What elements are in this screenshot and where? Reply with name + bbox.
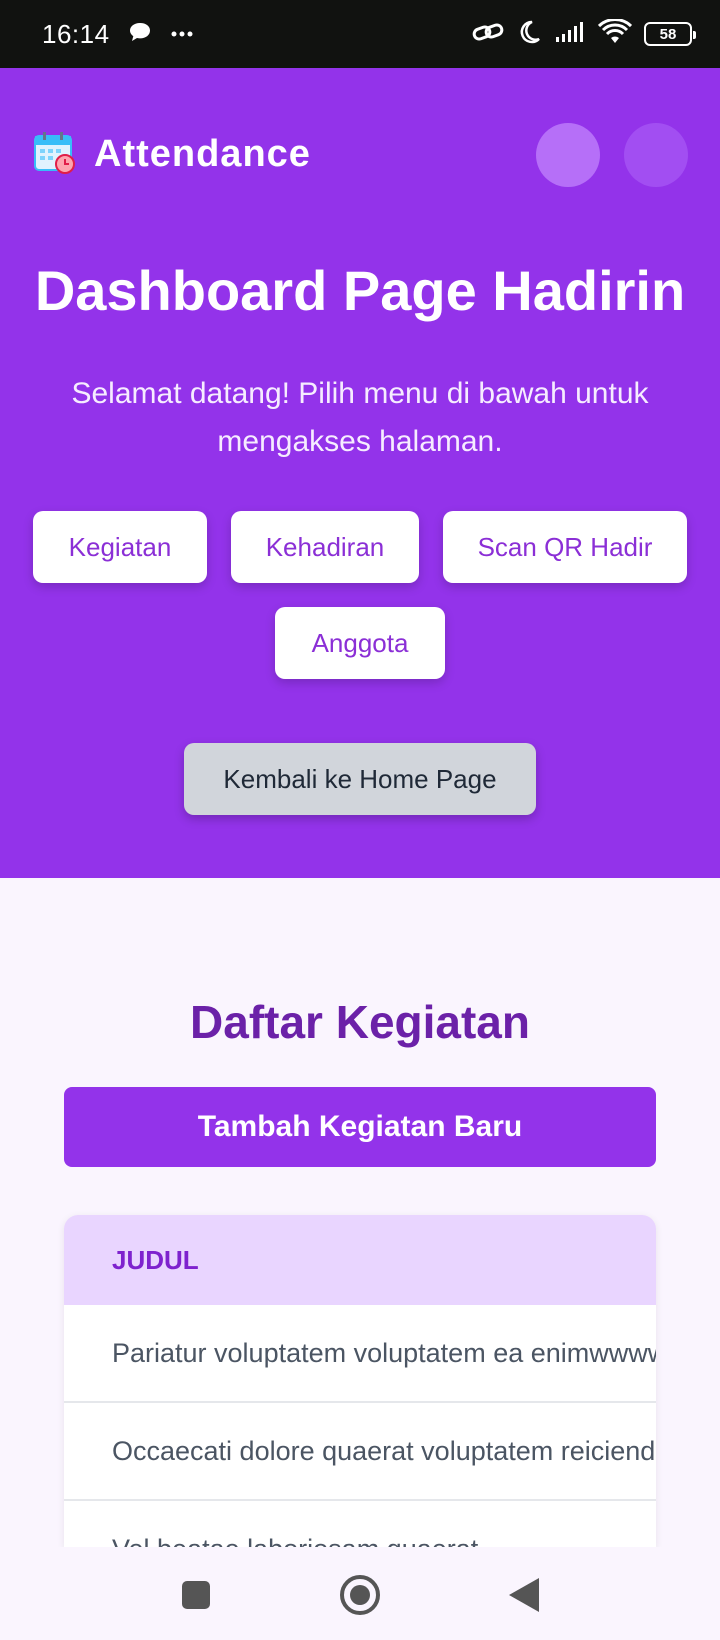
status-bar: 16:14 58 xyxy=(0,0,720,68)
table-header: JUDUL xyxy=(64,1215,656,1305)
brand[interactable]: Attendance xyxy=(32,130,311,179)
system-nav-bar xyxy=(0,1547,720,1640)
page-subtitle: Selamat datang! Pilih menu di bawah untu… xyxy=(71,377,649,458)
header-circle-button-2[interactable] xyxy=(624,123,688,187)
header-circle-button[interactable] xyxy=(536,123,600,187)
table-row[interactable]: Occaecati dolore quaerat voluptatem reic… xyxy=(64,1403,656,1501)
calendar-icon xyxy=(32,130,76,179)
add-activity-button[interactable]: Tambah Kegiatan Baru xyxy=(64,1087,656,1167)
status-time: 16:14 xyxy=(42,18,110,49)
menu-button-kegiatan[interactable]: Kegiatan xyxy=(33,511,207,583)
menu-button-anggota[interactable]: Anggota xyxy=(275,607,445,679)
wifi-icon xyxy=(597,17,633,50)
battery-icon: 58 xyxy=(644,22,696,46)
recents-button[interactable] xyxy=(172,1571,220,1619)
back-home-button[interactable]: Kembali ke Home Page xyxy=(184,743,536,815)
menu-button-scan-qr[interactable]: Scan QR Hadir xyxy=(443,511,687,583)
moon-icon xyxy=(516,19,542,50)
link-icon xyxy=(472,19,504,50)
more-icon xyxy=(170,25,194,43)
signal-icon xyxy=(554,21,586,48)
table-row[interactable]: Pariatur voluptatem voluptatem ea enimww… xyxy=(64,1305,656,1403)
menu-button-kehadiran[interactable]: Kehadiran xyxy=(231,511,419,583)
back-nav-button[interactable] xyxy=(500,1571,548,1619)
hero-section: Attendance Dashboard Page Hadirin Selama… xyxy=(0,68,720,878)
section-title: Daftar Kegiatan xyxy=(190,996,530,1048)
page-title: Dashboard Page Hadirin xyxy=(34,259,686,322)
activities-table: JUDUL Pariatur voluptatem voluptatem ea … xyxy=(64,1215,656,1547)
chat-icon xyxy=(128,21,152,48)
home-nav-button[interactable] xyxy=(336,1571,384,1619)
table-row[interactable]: Vel beatae laboriosam quaerat xyxy=(64,1501,656,1548)
app-name: Attendance xyxy=(94,133,311,175)
